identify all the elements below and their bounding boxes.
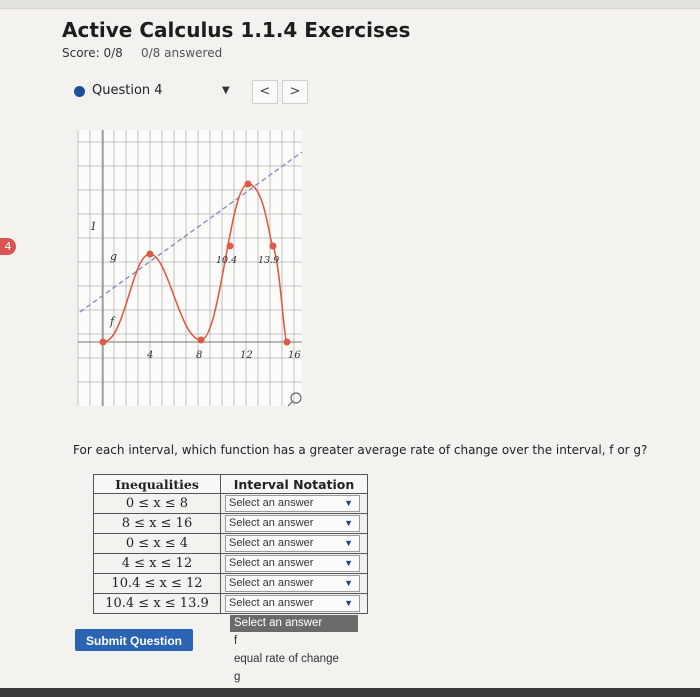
answer-dropdown-menu[interactable]: Select an answer f equal rate of change …	[230, 615, 358, 686]
answer-select-value: Select an answer	[229, 557, 314, 569]
point-x8	[197, 336, 205, 344]
submit-question-button[interactable]: Submit Question	[75, 629, 193, 651]
answer-select[interactable]: Select an answer ▼	[225, 555, 360, 572]
next-question-button[interactable]: >	[282, 80, 308, 104]
question-status-dot-icon	[74, 86, 85, 97]
table-header-row: Inequalities Interval Notation	[93, 474, 368, 494]
chevron-down-icon: ▼	[344, 538, 353, 548]
chevron-down-icon: ▼	[344, 498, 353, 508]
header-interval-notation: Interval Notation	[220, 474, 368, 494]
x-tick-8: 8	[196, 350, 202, 361]
x-tick-16: 16	[288, 350, 301, 361]
inequality-cell: 4 ≤ x ≤ 12	[93, 553, 221, 574]
page-title: Active Calculus 1.1.4 Exercises	[62, 18, 411, 42]
graph-background	[78, 130, 302, 406]
label-13-9: 13.9	[258, 255, 279, 266]
label-g: g	[110, 250, 117, 263]
x-tick-4: 4	[146, 350, 153, 361]
answer-select[interactable]: Select an answer ▼	[225, 515, 360, 532]
answer-select-value: Select an answer	[229, 597, 314, 609]
point-x12	[244, 180, 252, 188]
answer-select[interactable]: Select an answer ▼	[225, 595, 360, 612]
dropdown-option-equal[interactable]: equal rate of change	[230, 650, 358, 668]
table-row: 8 ≤ x ≤ 16 Select an answer ▼	[93, 513, 368, 534]
question-label: Question 4	[92, 83, 163, 98]
point-x16	[283, 338, 291, 346]
point-x0	[99, 338, 107, 346]
dropdown-option-g[interactable]: g	[230, 668, 358, 686]
function-graph: 1 g f 10.4 13.9 4 8 12 16	[77, 130, 303, 407]
header-inequalities: Inequalities	[93, 474, 221, 494]
chevron-down-icon: ▼	[344, 578, 353, 588]
answer-select[interactable]: Select an answer ▼	[225, 575, 360, 592]
answer-select-value: Select an answer	[229, 497, 314, 509]
answer-select-value: Select an answer	[229, 577, 314, 589]
score-label: Score: 0/8	[62, 46, 123, 60]
label-10-4: 10.4	[216, 255, 237, 266]
table-row: 0 ≤ x ≤ 8 Select an answer ▼	[93, 493, 368, 514]
table-row: 0 ≤ x ≤ 4 Select an answer ▼	[93, 533, 368, 554]
table-row: 4 ≤ x ≤ 12 Select an answer ▼	[93, 553, 368, 574]
answer-select-value: Select an answer	[229, 517, 314, 529]
chevron-down-icon: ▼	[344, 558, 353, 568]
inequality-cell: 10.4 ≤ x ≤ 13.9	[93, 593, 221, 614]
chevron-down-icon: ▼	[344, 518, 353, 528]
question-text: For each interval, which function has a …	[73, 443, 648, 457]
x-tick-12: 12	[240, 350, 253, 361]
prev-question-button[interactable]: <	[252, 80, 278, 104]
inequality-cell: 0 ≤ x ≤ 4	[93, 533, 221, 554]
point-x139	[269, 242, 277, 250]
chevron-down-icon: ▼	[344, 598, 353, 608]
chevron-down-icon[interactable]: ▼	[222, 85, 230, 96]
answered-count: 0/8 answered	[141, 46, 223, 60]
dropdown-option-placeholder[interactable]: Select an answer	[230, 615, 358, 632]
answer-select[interactable]: Select an answer ▼	[225, 495, 360, 512]
question-number-badge: 4	[0, 238, 16, 255]
answer-select-value: Select an answer	[229, 537, 314, 549]
label-one: 1	[90, 220, 97, 233]
point-x4	[146, 250, 154, 258]
inequality-cell: 8 ≤ x ≤ 16	[93, 513, 221, 534]
inequality-cell: 0 ≤ x ≤ 8	[93, 493, 221, 514]
question-selector[interactable]: Question 4 ▼ < >	[62, 76, 312, 106]
table-row: 10.4 ≤ x ≤ 12 Select an answer ▼	[93, 573, 368, 594]
bottom-bar	[0, 688, 700, 697]
table-row: 10.4 ≤ x ≤ 13.9 Select an answer ▼	[93, 593, 368, 614]
inequality-table: Inequalities Interval Notation 0 ≤ x ≤ 8…	[93, 474, 368, 614]
answer-select[interactable]: Select an answer ▼	[225, 535, 360, 552]
inequality-cell: 10.4 ≤ x ≤ 12	[93, 573, 221, 594]
top-bar	[0, 0, 700, 9]
dropdown-option-f[interactable]: f	[230, 632, 358, 650]
point-x104	[226, 242, 234, 250]
